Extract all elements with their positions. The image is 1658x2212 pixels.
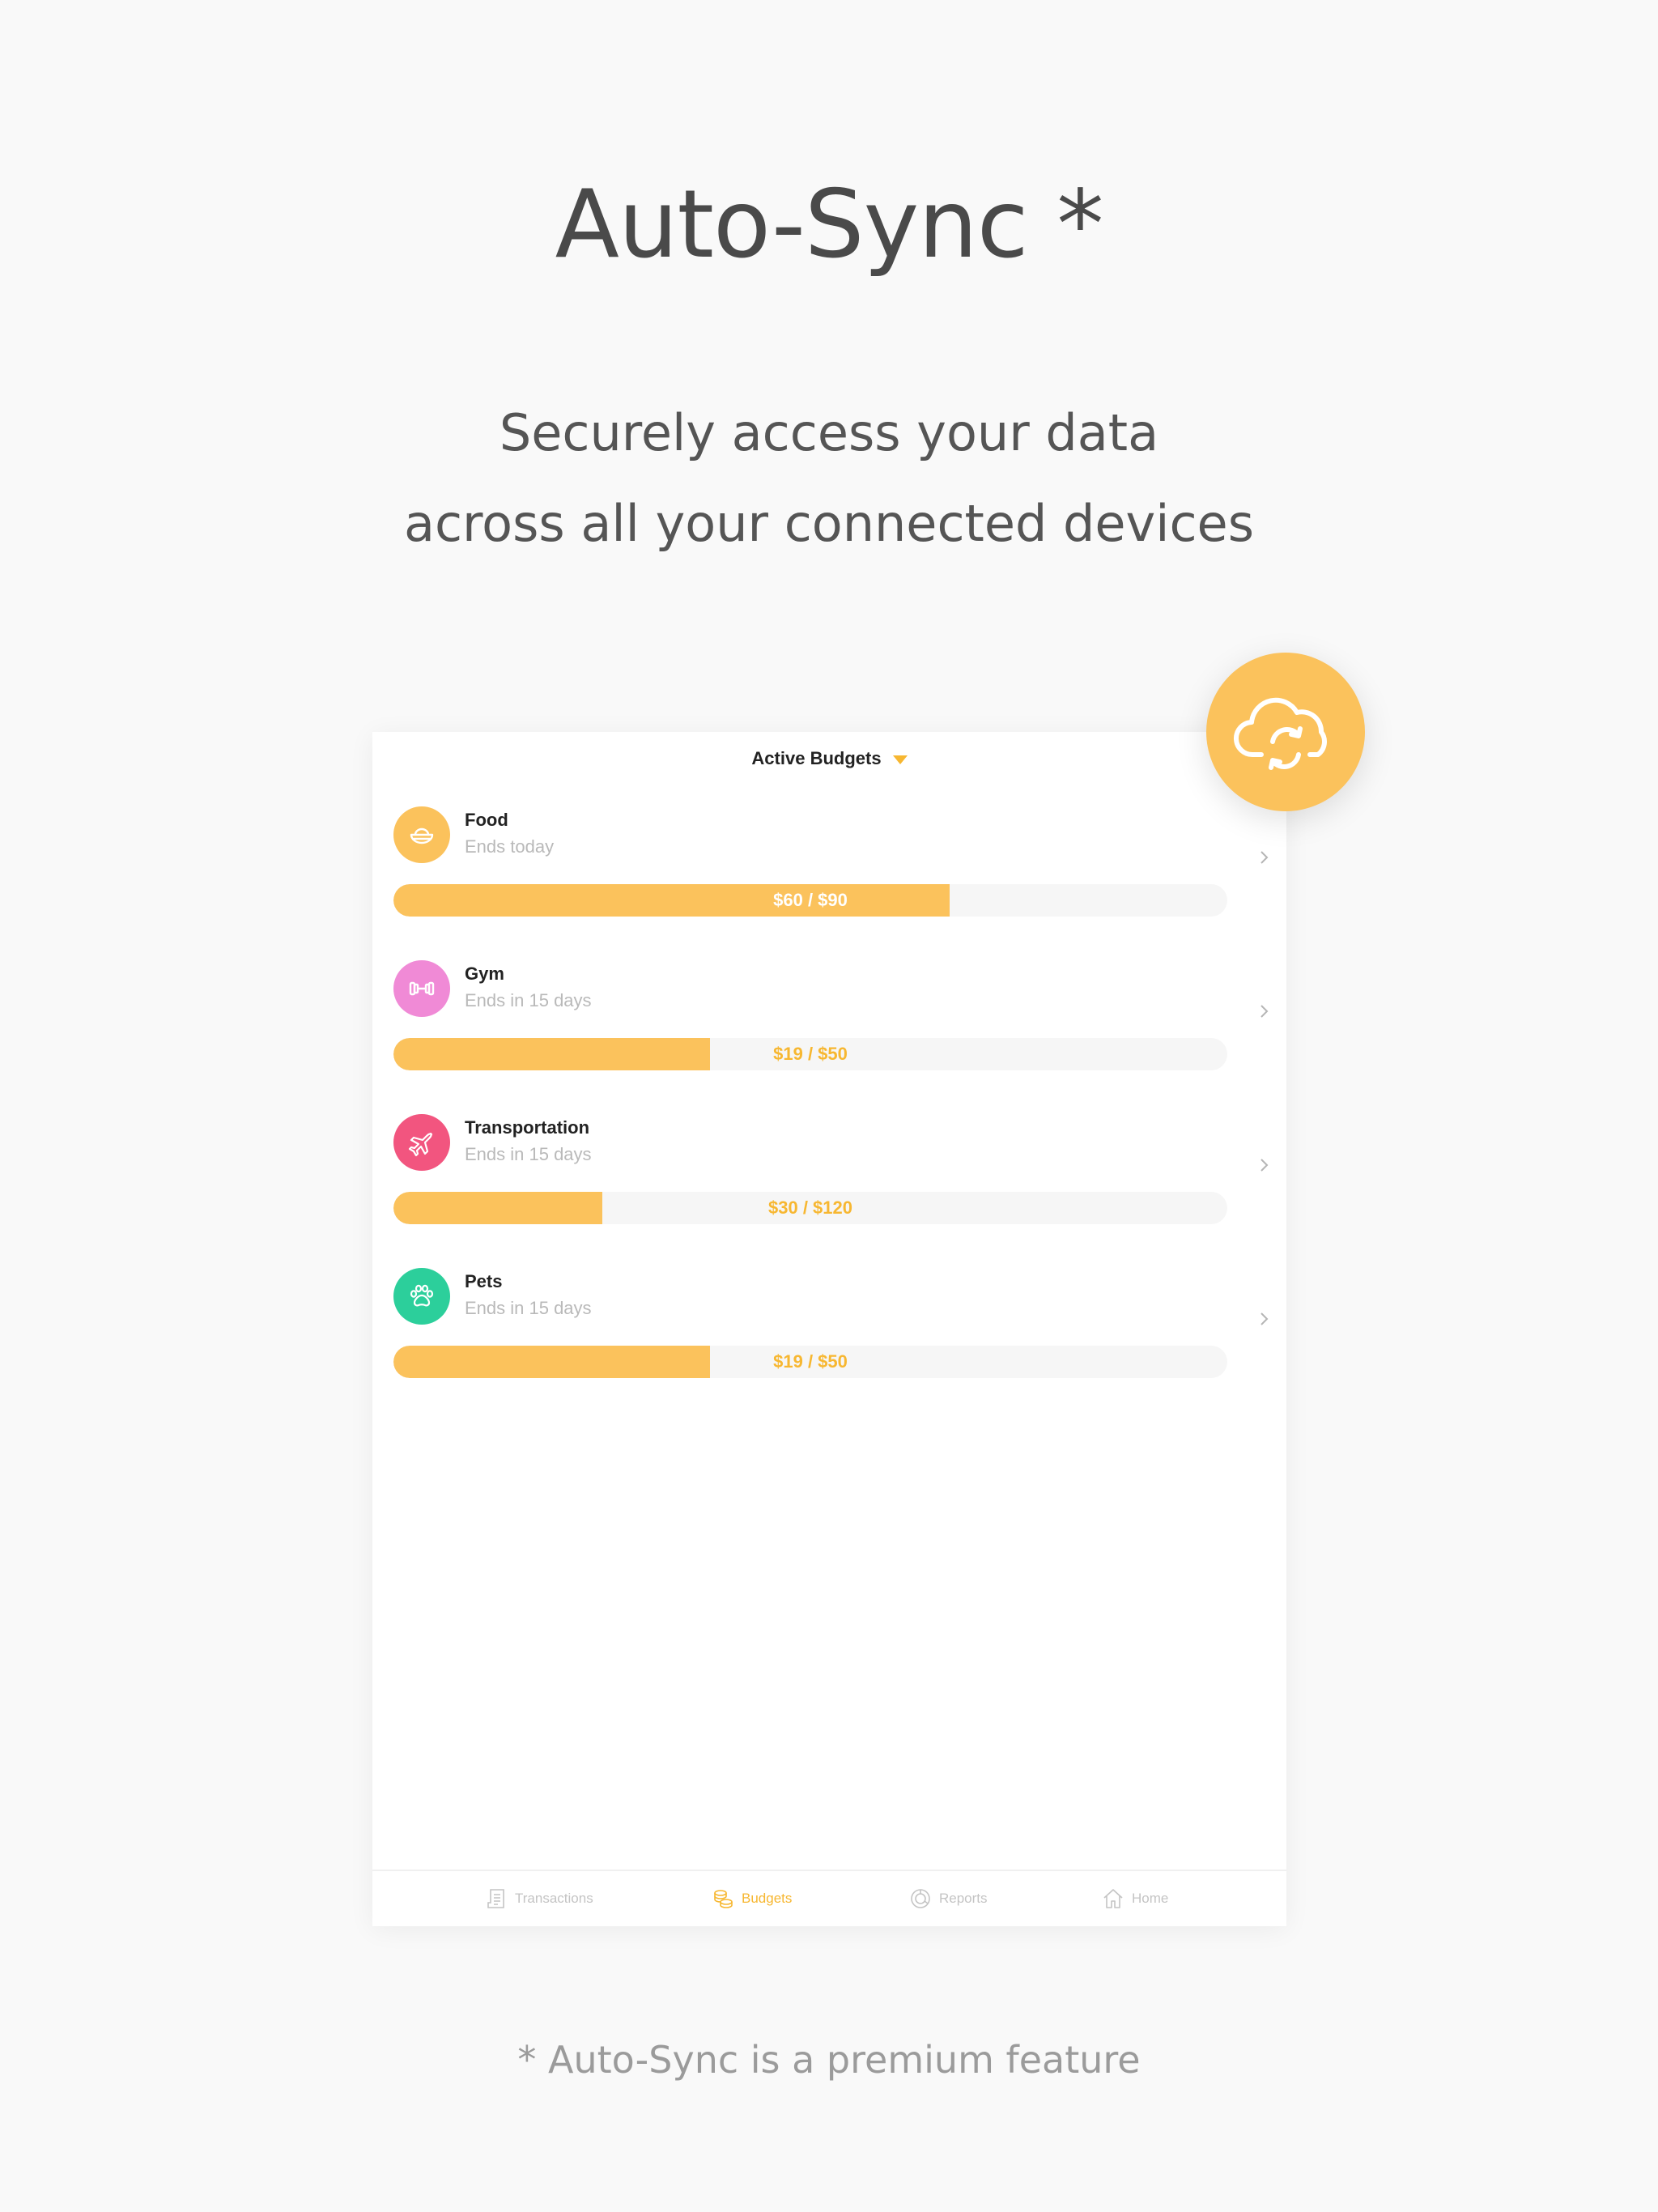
budget-end-date: Ends in 15 days bbox=[465, 990, 592, 1010]
tab-label: Reports bbox=[939, 1891, 988, 1906]
donut-chart-icon bbox=[911, 1889, 930, 1908]
budget-amount-label: $19 / $50 bbox=[773, 1351, 848, 1372]
page-title: Auto-Sync * bbox=[555, 170, 1104, 279]
cloud-sync-badge bbox=[1206, 653, 1365, 811]
tab-transactions[interactable]: Transactions bbox=[484, 1871, 593, 1926]
budget-progress-bar: $19 / $50 bbox=[393, 1346, 1227, 1378]
budget-row-transportation[interactable]: Transportation Ends in 15 days $30 / $12… bbox=[372, 1040, 1286, 1224]
subtitle-line-1: Securely access your data bbox=[499, 403, 1159, 462]
footnote: * Auto-Sync is a premium feature bbox=[517, 2038, 1141, 2082]
app-screen: Active Budgets Food Ends today $60 / $90 bbox=[372, 732, 1286, 1926]
budget-row-gym[interactable]: Gym Ends in 15 days $19 / $50 bbox=[372, 886, 1286, 1070]
budget-end-date: Ends in 15 days bbox=[465, 1298, 592, 1318]
chevron-right-icon bbox=[1261, 851, 1269, 864]
tab-home[interactable]: Home bbox=[1101, 1871, 1168, 1926]
tab-budgets[interactable]: Budgets bbox=[711, 1871, 792, 1926]
budget-row-food[interactable]: Food Ends today $60 / $90 bbox=[372, 732, 1286, 917]
budget-name: Food bbox=[465, 810, 508, 830]
airplane-icon bbox=[393, 1114, 450, 1171]
budget-name: Transportation bbox=[465, 1117, 590, 1138]
chevron-right-icon bbox=[1261, 1005, 1269, 1018]
chevron-right-icon bbox=[1261, 1312, 1269, 1325]
tab-label: Home bbox=[1132, 1891, 1169, 1906]
tab-bar: Transactions Budgets Reports Home bbox=[372, 1870, 1286, 1926]
budget-end-date: Ends today bbox=[465, 836, 555, 857]
budget-row-pets[interactable]: Pets Ends in 15 days $19 / $50 bbox=[372, 1193, 1286, 1378]
budget-name: Pets bbox=[465, 1271, 503, 1291]
paw-icon bbox=[393, 1268, 450, 1325]
tab-label: Budgets bbox=[742, 1891, 793, 1906]
budget-end-date: Ends in 15 days bbox=[465, 1144, 592, 1164]
tab-label: Transactions bbox=[515, 1891, 593, 1906]
home-icon bbox=[1103, 1889, 1123, 1908]
cloud-sync-icon bbox=[1233, 697, 1327, 770]
tab-reports[interactable]: Reports bbox=[908, 1871, 988, 1926]
receipt-icon bbox=[487, 1889, 504, 1908]
budget-name: Gym bbox=[465, 963, 504, 984]
dumbbell-icon bbox=[393, 960, 450, 1017]
food-bowl-icon bbox=[393, 806, 450, 863]
coins-icon bbox=[714, 1890, 733, 1908]
chevron-right-icon bbox=[1261, 1159, 1269, 1172]
subtitle-line-2: across all your connected devices bbox=[403, 494, 1255, 553]
